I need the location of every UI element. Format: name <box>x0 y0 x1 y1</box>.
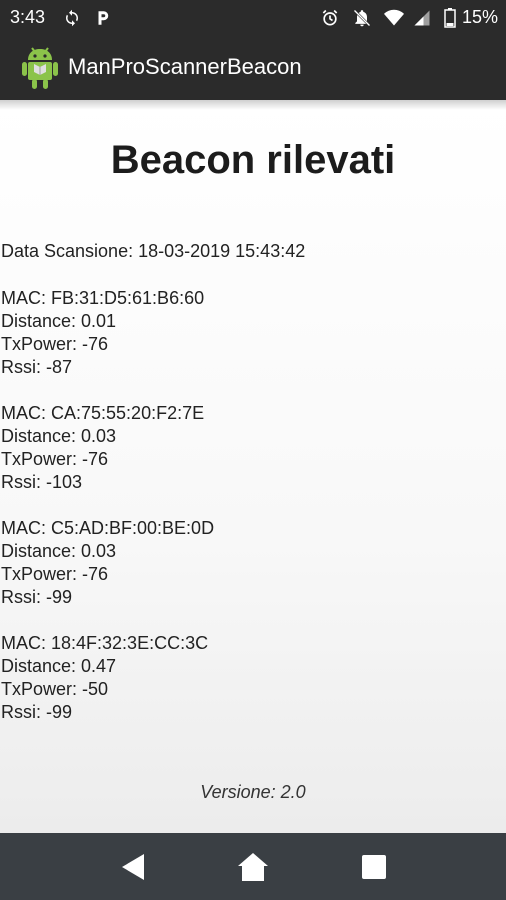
beacon-rssi: Rssi: -103 <box>1 472 83 492</box>
recents-icon <box>362 854 386 879</box>
beacon-distance: Distance: 0.03 <box>1 541 117 561</box>
beacon-mac: MAC: FB:31:D5:61:B6:60 <box>1 288 205 308</box>
home-button[interactable] <box>223 833 283 900</box>
alarm-icon <box>320 8 340 28</box>
signal-icon <box>412 8 432 28</box>
version-label: Versione: 2.0 <box>200 782 306 802</box>
beacon-mac: MAC: 18:4F:32:3E:CC:3C <box>1 633 209 653</box>
beacon-txpower: TxPower: -76 <box>1 334 109 354</box>
beacon-distance: Distance: 0.03 <box>1 426 117 446</box>
status-bar: 3:43 15% <box>0 0 506 36</box>
back-icon <box>122 853 144 880</box>
battery-percent: 15% <box>461 7 498 27</box>
notifications-off-icon <box>352 8 372 28</box>
battery-icon <box>440 8 460 28</box>
beacon-entry: MAC: CA:75:55:20:F2:7E Distance: 0.03 Tx… <box>1 402 204 494</box>
beacon-entry: MAC: 18:4F:32:3E:CC:3C Distance: 0.47 Tx… <box>1 632 208 724</box>
beacon-distance: Distance: 0.47 <box>1 656 117 676</box>
back-button[interactable] <box>103 833 163 900</box>
status-time: 3:43 <box>10 7 46 27</box>
beacon-txpower: TxPower: -76 <box>1 564 109 584</box>
app-bar-shadow <box>0 100 506 110</box>
parking-icon <box>93 8 113 28</box>
scan-date: Data Scansione: 18-03-2019 15:43:42 <box>1 241 306 261</box>
beacon-txpower: TxPower: -76 <box>1 449 109 469</box>
app-bar: ManProScannerBeacon <box>0 36 506 100</box>
navigation-bar <box>0 833 506 900</box>
sync-icon <box>62 8 82 28</box>
beacon-entry: MAC: FB:31:D5:61:B6:60 Distance: 0.01 Tx… <box>1 287 204 379</box>
beacon-rssi: Rssi: -87 <box>1 357 73 377</box>
home-icon <box>238 852 268 881</box>
beacon-entry: MAC: C5:AD:BF:00:BE:0D Distance: 0.03 Tx… <box>1 517 214 609</box>
beacon-mac: MAC: C5:AD:BF:00:BE:0D <box>1 518 215 538</box>
app-title: ManProScannerBeacon <box>68 54 302 79</box>
beacon-distance: Distance: 0.01 <box>1 311 117 331</box>
beacon-rssi: Rssi: -99 <box>1 587 73 607</box>
page-title: Beacon rilevati <box>110 138 396 182</box>
android-icon <box>20 46 60 90</box>
beacon-rssi: Rssi: -99 <box>1 702 73 722</box>
wifi-icon <box>384 8 404 28</box>
beacon-txpower: TxPower: -50 <box>1 679 109 699</box>
recents-button[interactable] <box>344 833 404 900</box>
beacon-mac: MAC: CA:75:55:20:F2:7E <box>1 403 205 423</box>
main-content: Beacon rilevati Data Scansione: 18-03-20… <box>0 100 506 833</box>
